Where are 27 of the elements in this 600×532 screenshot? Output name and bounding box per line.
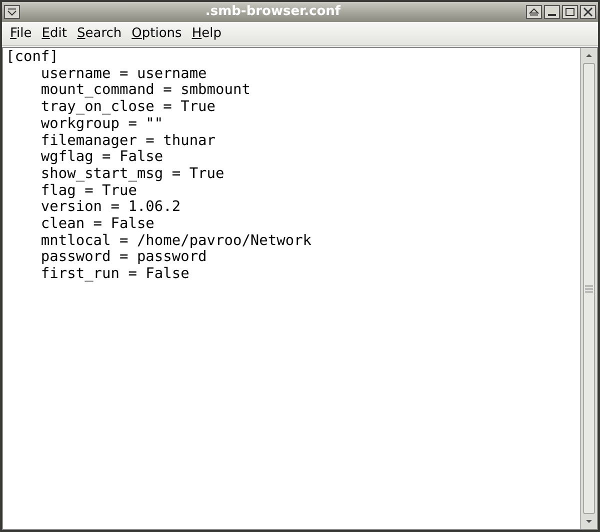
scrollbar-thumb[interactable] bbox=[583, 63, 595, 514]
menu-item[interactable]: Edit bbox=[38, 24, 71, 44]
close-icon[interactable] bbox=[580, 5, 596, 19]
text-line: [conf] bbox=[6, 49, 58, 66]
text-line: mntlocal = /home/pavroo/Network bbox=[40, 232, 312, 250]
menu-item[interactable]: Help bbox=[188, 24, 226, 44]
text-line: password = password bbox=[40, 249, 207, 266]
text-line: flag = True bbox=[40, 182, 137, 200]
vertical-scrollbar[interactable] bbox=[580, 48, 597, 529]
text-line: workgroup = "" bbox=[40, 116, 164, 133]
text-line: tray_on_close = True bbox=[40, 99, 216, 116]
menu-item[interactable]: Search bbox=[72, 24, 126, 44]
window-menu-icon[interactable] bbox=[4, 5, 20, 19]
text-line: version = 1.06.2 bbox=[40, 199, 181, 216]
text-line: username = username bbox=[40, 66, 207, 82]
text-line: mount_command = smbmount bbox=[40, 82, 250, 100]
text-line: show_start_msg = True bbox=[40, 166, 224, 183]
maximize-icon[interactable] bbox=[562, 5, 578, 19]
minimize-icon[interactable] bbox=[544, 5, 560, 19]
text-line: wgflag = False bbox=[40, 149, 164, 166]
window-title: .smb-browser.conf bbox=[204, 3, 342, 22]
menu-item[interactable]: File bbox=[6, 24, 36, 44]
menu-item[interactable]: Options bbox=[128, 24, 186, 44]
text-line: first_run = False bbox=[40, 266, 190, 283]
text-line: clean = False bbox=[40, 216, 154, 233]
shade-icon[interactable] bbox=[526, 5, 542, 19]
text-line: filemanager = thunar bbox=[40, 132, 216, 150]
